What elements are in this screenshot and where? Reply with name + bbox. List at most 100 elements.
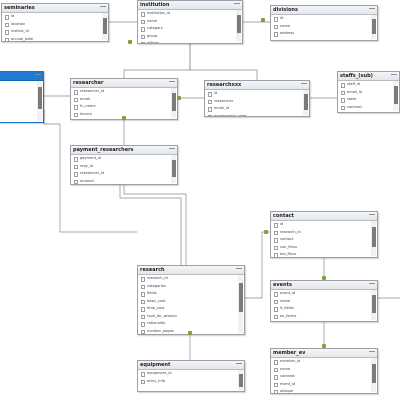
column-checkbox[interactable] — [274, 367, 279, 373]
column-row[interactable]: membership_date — [205, 113, 309, 116]
table-institution[interactable]: institution institution_id name category gro… — [137, 0, 243, 44]
scrollbar-thumb[interactable] — [371, 364, 376, 383]
collapse-icon[interactable] — [234, 3, 240, 7]
table-title[interactable] — [0, 72, 43, 81]
column-checkbox[interactable] — [74, 172, 79, 177]
scrollbar[interactable] — [171, 155, 176, 183]
column-checkbox[interactable] — [141, 322, 146, 327]
column-checkbox[interactable] — [274, 32, 279, 37]
table-equipment[interactable]: equipment equipment_id entry_info — [137, 360, 245, 392]
scrollbar[interactable] — [371, 15, 376, 39]
column-row[interactable]: it_fields — [271, 305, 377, 313]
collapse-icon[interactable] — [35, 74, 41, 78]
column-checkbox[interactable] — [141, 299, 146, 305]
scrollbar[interactable] — [371, 290, 376, 320]
column-row[interactable]: researcher — [205, 98, 309, 106]
column-row[interactable]: location — [2, 21, 108, 29]
column-checkbox[interactable] — [274, 223, 279, 228]
column-row[interactable]: email_id — [338, 89, 399, 97]
table-title[interactable]: contact — [271, 212, 377, 221]
column-checkbox[interactable] — [208, 114, 213, 116]
column-row[interactable]: time_cost — [138, 305, 244, 313]
collapse-icon[interactable] — [369, 351, 375, 355]
table-payment-researchers[interactable]: payment_researchers payment_id reay_id rese… — [70, 145, 178, 185]
column-row[interactable]: ex_forms — [271, 313, 377, 321]
column-checkbox[interactable] — [141, 34, 146, 40]
column-row[interactable]: email_id — [205, 105, 309, 113]
scrollbar[interactable] — [393, 81, 398, 111]
table-title[interactable]: staffs_(sub) — [338, 72, 399, 81]
table-contact[interactable]: contact id research_id contact con_ffxxx tax_… — [270, 211, 378, 258]
column-checkbox[interactable] — [274, 307, 279, 312]
column-checkbox[interactable] — [274, 299, 279, 305]
column-checkbox[interactable] — [274, 230, 279, 236]
column-row[interactable]: researcher_id — [71, 88, 177, 96]
scrollbar[interactable] — [303, 90, 308, 115]
column-checkbox[interactable] — [141, 372, 146, 377]
column-row[interactable]: contract — [338, 104, 399, 112]
column-checkbox[interactable] — [5, 37, 10, 41]
column-checkbox[interactable] — [341, 90, 346, 96]
column-checkbox[interactable] — [208, 99, 213, 105]
column-row[interactable]: name — [271, 366, 377, 374]
column-row[interactable]: contrast — [271, 373, 377, 381]
column-row[interactable]: reay_id — [71, 163, 177, 171]
scrollbar-thumb[interactable] — [238, 283, 243, 312]
table-title[interactable]: events — [271, 281, 377, 290]
column-row[interactable]: category — [138, 25, 242, 33]
column-checkbox[interactable] — [141, 277, 146, 282]
scrollbar-thumb[interactable] — [37, 87, 42, 109]
column-row[interactable]: equipment_id — [138, 370, 244, 378]
column-row[interactable]: email — [71, 96, 177, 104]
column-row[interactable]: fields — [138, 290, 244, 298]
table-title[interactable]: equipment — [138, 361, 244, 370]
scrollbar-thumb[interactable] — [238, 374, 243, 387]
column-checkbox[interactable] — [5, 15, 10, 20]
column-row[interactable]: obligates — [271, 320, 377, 321]
column-row[interactable]: annual_date — [2, 36, 108, 41]
column-row[interactable]: id — [271, 15, 377, 23]
column-checkbox[interactable] — [74, 179, 79, 184]
scrollbar[interactable] — [371, 221, 376, 256]
column-row[interactable]: contact — [271, 236, 377, 244]
column-checkbox[interactable] — [274, 238, 279, 243]
collapse-icon[interactable] — [369, 214, 375, 218]
column-checkbox[interactable] — [141, 27, 146, 32]
column-checkbox[interactable] — [274, 24, 279, 30]
column-row[interactable]: state — [338, 96, 399, 104]
column-row[interactable]: institution_id — [138, 10, 242, 18]
column-checkbox[interactable] — [74, 105, 79, 110]
column-checkbox[interactable] — [141, 19, 146, 25]
collapse-icon[interactable] — [391, 74, 397, 78]
column-checkbox[interactable] — [74, 164, 79, 170]
scrollbar-thumb[interactable] — [371, 227, 376, 247]
collapse-icon[interactable] — [369, 283, 375, 287]
column-row[interactable]: type_for_session — [138, 313, 244, 321]
scrollbar[interactable] — [371, 358, 376, 392]
table-selected[interactable] — [0, 71, 44, 123]
scrollbar[interactable] — [238, 370, 243, 390]
column-row[interactable]: offices — [138, 40, 242, 43]
column-row[interactable]: member_id — [271, 358, 377, 366]
column-row[interactable]: event_id — [271, 381, 377, 389]
column-row[interactable]: group — [138, 33, 242, 41]
column-row[interactable]: name — [271, 23, 377, 31]
table-title[interactable]: member_ev — [271, 349, 377, 358]
scrollbar[interactable] — [102, 13, 107, 40]
column-checkbox[interactable] — [274, 253, 279, 257]
relationship-line[interactable] — [123, 185, 187, 265]
column-row[interactable]: staff_id — [338, 81, 399, 89]
column-row[interactable]: institut_id — [2, 28, 108, 36]
column-checkbox[interactable] — [274, 390, 279, 393]
table-researcher[interactable]: researcher researcher_id email fu_name tenur… — [70, 78, 178, 120]
scrollbar-thumb[interactable] — [236, 15, 241, 33]
column-row[interactable]: entry_info — [138, 378, 244, 386]
column-checkbox[interactable] — [274, 245, 279, 251]
table-title[interactable]: researcher — [71, 79, 177, 88]
column-checkbox[interactable] — [5, 22, 10, 28]
relationship-line[interactable] — [123, 44, 191, 78]
column-checkbox[interactable] — [341, 83, 346, 88]
scrollbar-thumb[interactable] — [371, 295, 376, 313]
column-row[interactable]: research_id — [271, 229, 377, 237]
column-checkbox[interactable] — [208, 92, 213, 97]
